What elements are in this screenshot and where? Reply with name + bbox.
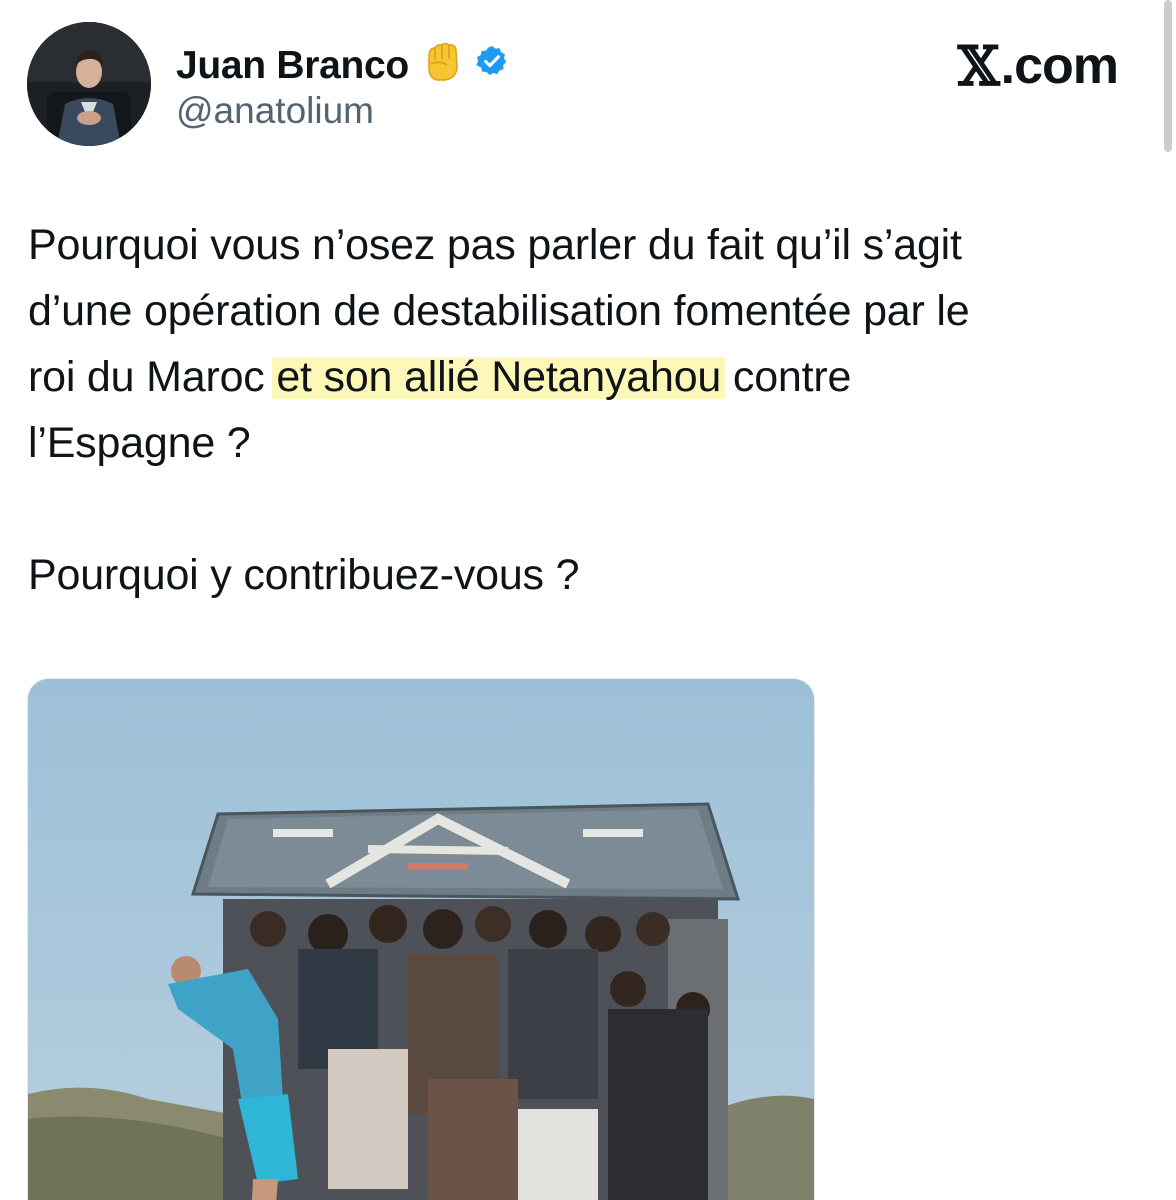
author-handle[interactable]: @anatolium: [176, 90, 374, 132]
site-logo-text: .com: [1000, 37, 1119, 95]
verified-badge-icon: [475, 44, 509, 88]
x-logo-icon: 𝕏: [957, 34, 1000, 98]
tweet-question: Pourquoi y contribuez-vous ?: [28, 551, 580, 599]
avatar[interactable]: [27, 22, 151, 146]
tweet-media-image[interactable]: [27, 678, 815, 1200]
tweet-line: Pourquoi vous n’osez pas parler du fait …: [28, 221, 962, 269]
media-photo: [28, 679, 814, 1200]
raised-fist-emoji-icon: [419, 38, 465, 94]
tweet-text-segment: roi du Maroc: [28, 353, 277, 401]
scrollbar[interactable]: [1164, 0, 1172, 152]
tweet-text-segment: contre: [721, 353, 852, 401]
tweet-line: roi du Maroc et son allié Netanyahou con…: [28, 344, 1138, 410]
tweet-line: l’Espagne ?: [28, 419, 251, 467]
tweet-line: d’une opération de destabilisation fomen…: [28, 287, 970, 335]
site-logo: 𝕏 .com: [957, 34, 1119, 98]
avatar-photo: [27, 22, 151, 146]
tweet-text: Pourquoi vous n’osez pas parler du fait …: [28, 212, 1138, 608]
author-name-row[interactable]: Juan Branco: [176, 38, 509, 94]
tweet-screenshot: Juan Branco @anatolium 𝕏 .com Pourquoi v…: [0, 0, 1176, 1200]
author-name[interactable]: Juan Branco: [176, 44, 409, 88]
highlighted-text: et son allié Netanyahou: [272, 353, 726, 401]
